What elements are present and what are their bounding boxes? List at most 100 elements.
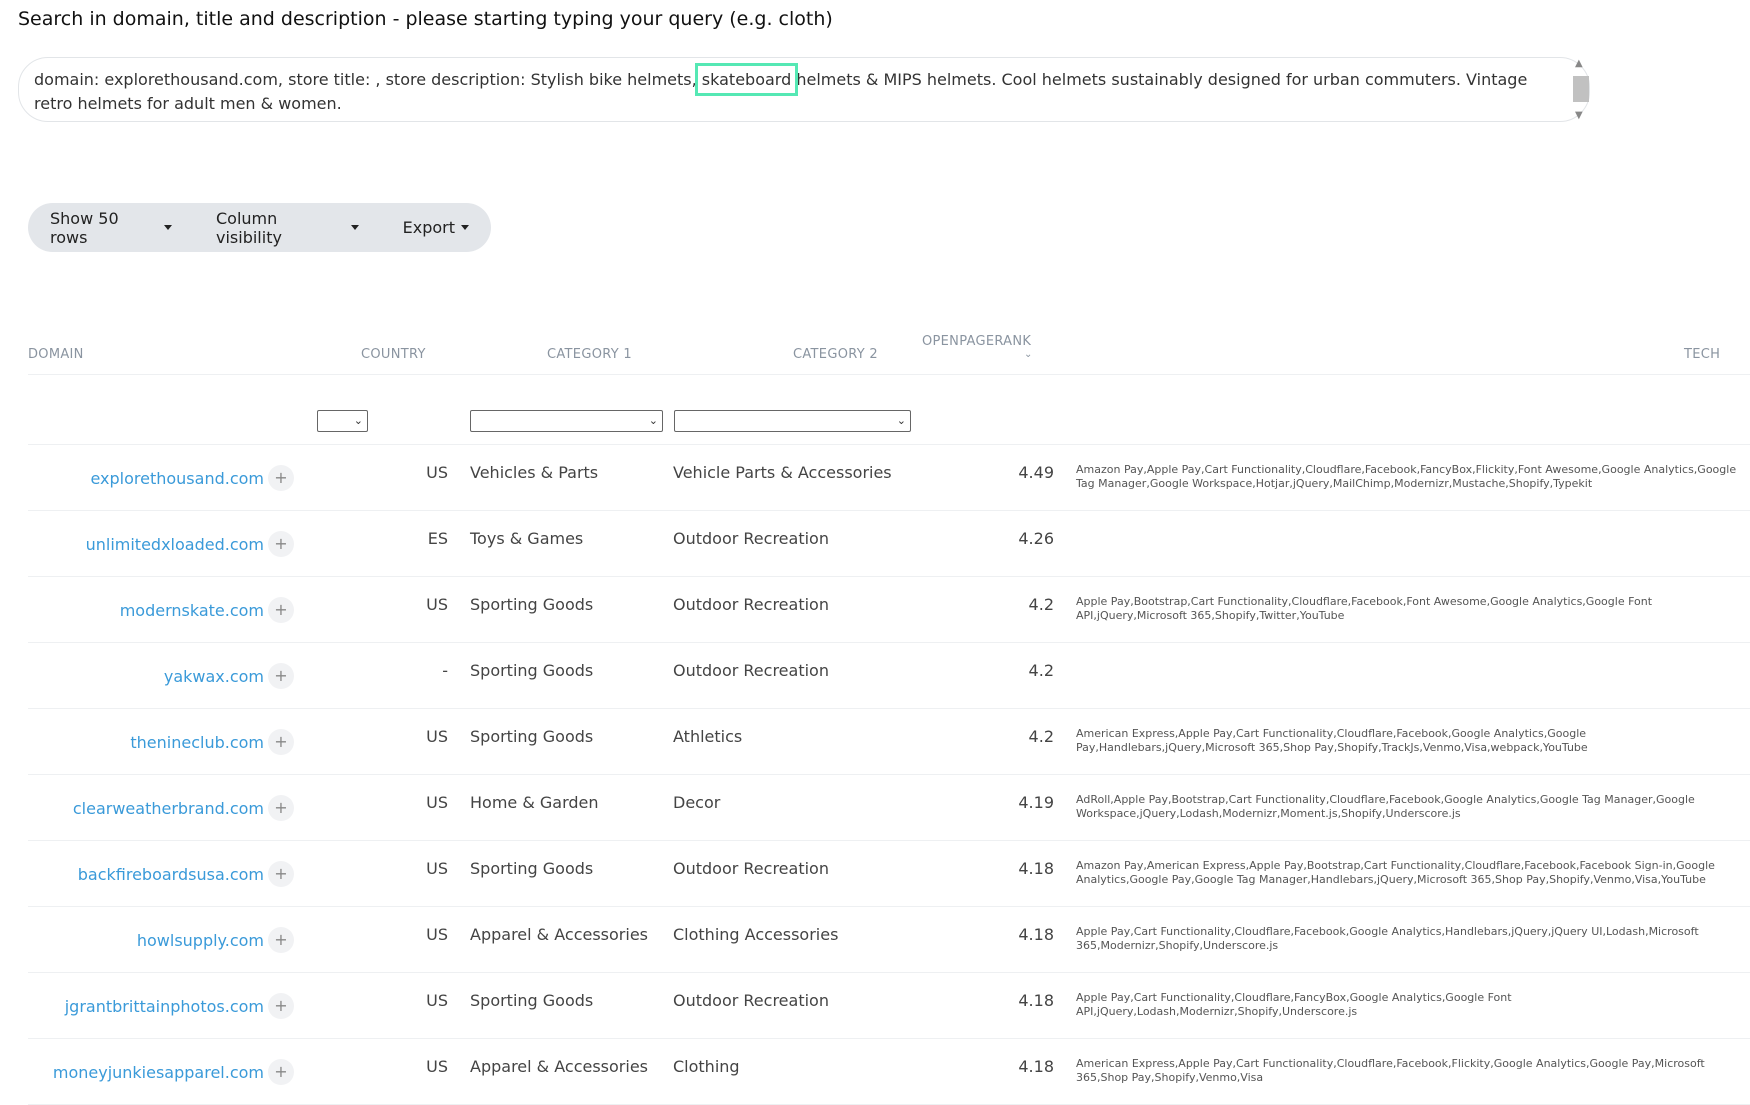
caret-down-icon [164, 225, 172, 230]
table-row: unlimitedxloaded.com + ES Toys & Games Outdo… [0, 511, 1750, 577]
openpagerank-cell: 4.49 [1018, 463, 1054, 482]
country-cell: US [426, 1057, 448, 1076]
search-text[interactable]: domain: explorethousand.com, store title… [34, 63, 1534, 116]
chevron-down-icon: ⌄ [648, 414, 658, 427]
expand-plus-icon[interactable]: + [268, 597, 294, 623]
category1-cell: Home & Garden [470, 793, 599, 812]
openpagerank-cell: 4.18 [1018, 1057, 1054, 1076]
column-visibility-label: Column visibility [216, 208, 282, 247]
header-domain[interactable]: DOMAIN [28, 347, 84, 362]
category2-cell: Outdoor Recreation [673, 859, 829, 878]
domain-link[interactable]: howlsupply.com [137, 931, 264, 950]
header-tech[interactable]: TECH [1684, 347, 1720, 362]
category1-cell: Sporting Goods [470, 727, 594, 746]
header-divider [28, 374, 1750, 375]
expand-plus-icon[interactable]: + [268, 993, 294, 1019]
category2-cell: Clothing Accessories [673, 925, 839, 944]
country-cell: US [426, 925, 448, 944]
tech-cell: AdRoll,Apple Pay,Bootstrap,Cart Function… [1076, 793, 1695, 820]
category1-cell: Sporting Goods [470, 595, 594, 614]
category2-cell: Outdoor Recreation [673, 529, 829, 548]
export-button[interactable]: Export [381, 218, 491, 237]
expand-plus-icon[interactable]: + [268, 927, 294, 953]
domain-link[interactable]: thenineclub.com [130, 733, 264, 752]
search-textarea[interactable]: domain: explorethousand.com, store title… [18, 57, 1590, 122]
category1-cell: Sporting Goods [470, 859, 594, 878]
chevron-down-icon: ⌄ [353, 414, 363, 427]
search-text-before: domain: explorethousand.com, store title… [34, 70, 702, 89]
category2-cell: Outdoor Recreation [673, 661, 829, 680]
country-cell: US [426, 595, 448, 614]
expand-plus-icon[interactable]: + [268, 861, 294, 887]
search-title: Search in domain, title and description … [18, 8, 833, 30]
domain-link[interactable]: modernskate.com [120, 601, 264, 620]
column-visibility-button[interactable]: Column visibility [194, 209, 381, 247]
table-row: moneyjunkiesapparel.com + US Apparel & Acce… [0, 1039, 1750, 1105]
tech-cell: Apple Pay,Cart Functionality,Cloudflare,… [1076, 925, 1699, 952]
category2-cell: Clothing [673, 1057, 740, 1076]
expand-plus-icon[interactable]: + [268, 663, 294, 689]
table-row: clearweatherbrand.com + US Home & Garden Dec… [0, 775, 1750, 841]
expand-plus-icon[interactable]: + [268, 729, 294, 755]
tech-cell: American Express,Apple Pay,Cart Function… [1076, 727, 1588, 754]
category1-cell: Apparel & Accessories [470, 1057, 648, 1076]
header-country[interactable]: COUNTRY [361, 347, 426, 362]
category1-cell: Toys & Games [470, 529, 584, 548]
expand-plus-icon[interactable]: + [268, 795, 294, 821]
category1-filter-select[interactable]: ⌄ [470, 410, 663, 432]
header-category1[interactable]: CATEGORY 1 [547, 347, 632, 362]
chevron-down-icon: ⌄ [896, 414, 906, 427]
expand-plus-icon[interactable]: + [268, 465, 294, 491]
category1-cell: Vehicles & Parts [470, 463, 599, 482]
header-category2[interactable]: CATEGORY 2 [793, 347, 878, 362]
domain-link[interactable]: yakwax.com [164, 667, 264, 686]
category1-cell: Apparel & Accessories [470, 925, 648, 944]
scroll-up-icon[interactable]: ▲ [1575, 58, 1583, 69]
expand-plus-icon[interactable]: + [268, 531, 294, 557]
category2-cell: Outdoor Recreation [673, 595, 829, 614]
domain-link[interactable]: clearweatherbrand.com [73, 799, 264, 818]
category2-cell: Decor [673, 793, 721, 812]
country-cell: ES [427, 529, 448, 548]
tech-cell: American Express,Apple Pay,Cart Function… [1076, 1057, 1705, 1084]
openpagerank-cell: 4.18 [1018, 859, 1054, 878]
table-row: explorethousand.com + US Vehicles & Parts Ve… [0, 445, 1750, 511]
show-rows-label: Show 50 rows [50, 208, 119, 247]
scroll-down-icon[interactable]: ▼ [1575, 110, 1583, 121]
openpagerank-cell: 4.18 [1018, 925, 1054, 944]
table-toolbar: Show 50 rows Column visibility Export [28, 203, 491, 252]
openpagerank-cell: 4.2 [1028, 661, 1054, 680]
domain-link[interactable]: jgrantbrittainphotos.com [65, 997, 264, 1016]
country-filter-select[interactable]: ⌄ [317, 410, 368, 432]
export-label: Export [402, 218, 455, 237]
scroll-thumb[interactable] [1573, 76, 1589, 102]
table-row: backfireboardsusa.com + US Sporting Goods Ou… [0, 841, 1750, 907]
domain-link[interactable]: backfireboardsusa.com [78, 865, 264, 884]
table-row: thenineclub.com + US Sporting Goods Athletic… [0, 709, 1750, 775]
openpagerank-cell: 4.26 [1018, 529, 1054, 548]
table-row: modernskate.com + US Sporting Goods Outdoor … [0, 577, 1750, 643]
domain-link[interactable]: explorethousand.com [90, 469, 264, 488]
show-rows-button[interactable]: Show 50 rows [28, 209, 194, 247]
expand-plus-icon[interactable]: + [268, 1059, 294, 1085]
country-cell: US [426, 991, 448, 1010]
header-openpagerank[interactable]: OPENPAGERANK [922, 334, 1031, 349]
country-cell: US [426, 727, 448, 746]
caret-down-icon [350, 225, 359, 230]
country-cell: - [442, 661, 448, 680]
sort-desc-icon[interactable]: ⌄ [1024, 349, 1032, 360]
category2-cell: Athletics [673, 727, 743, 746]
search-scrollbar[interactable]: ▲ ▼ [1571, 58, 1589, 121]
category2-filter-select[interactable]: ⌄ [674, 410, 911, 432]
domain-link[interactable]: moneyjunkiesapparel.com [53, 1063, 264, 1082]
openpagerank-cell: 4.18 [1018, 991, 1054, 1010]
caret-down-icon [461, 225, 469, 230]
country-cell: US [426, 859, 448, 878]
tech-cell: Amazon Pay,Apple Pay,Cart Functionality,… [1076, 463, 1737, 490]
domain-link[interactable]: unlimitedxloaded.com [86, 535, 264, 554]
category2-cell: Outdoor Recreation [673, 991, 829, 1010]
category2-cell: Vehicle Parts & Accessories [673, 463, 892, 482]
openpagerank-cell: 4.19 [1018, 793, 1054, 812]
table-row: howlsupply.com + US Apparel & Accessories Cl… [0, 907, 1750, 973]
table-row: yakwax.com + - Sporting Goods Outdoor Recrea… [0, 643, 1750, 709]
